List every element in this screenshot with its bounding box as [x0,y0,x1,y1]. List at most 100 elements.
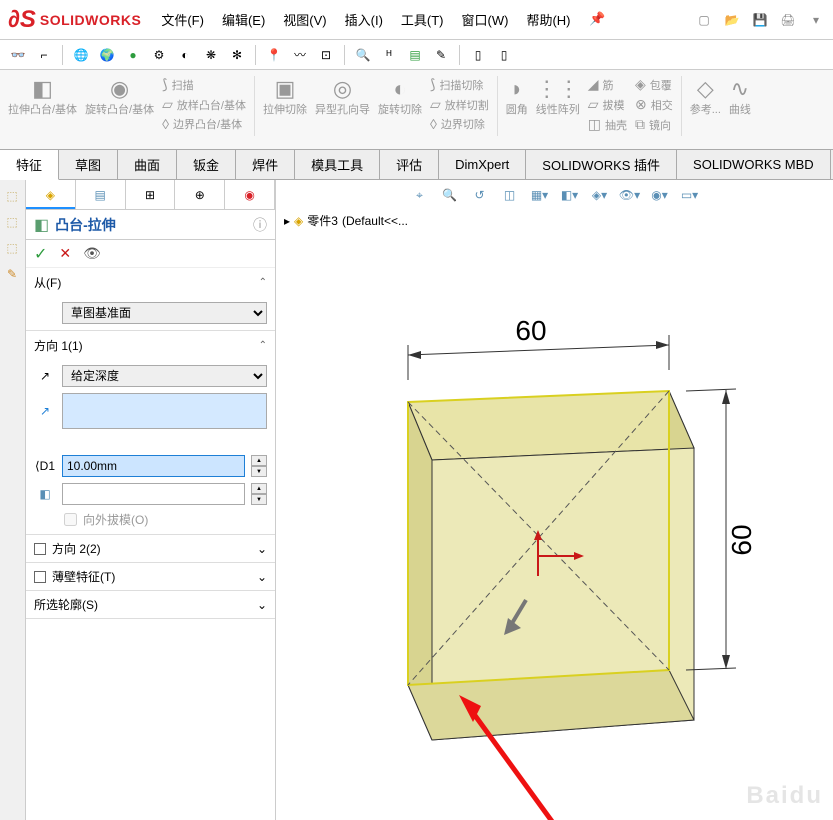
end-condition-select[interactable]: 给定深度 [62,365,267,387]
menu-view[interactable]: 视图(V) [283,10,326,29]
print-icon[interactable]: 🖨 [779,11,797,29]
menu-insert[interactable]: 插入(I) [345,10,383,29]
cmd-mirror[interactable]: ⧉镜向 [635,116,673,133]
ball-icon[interactable]: ◐ [175,45,195,65]
cog-icon[interactable]: ✻ [227,45,247,65]
glasses-icon[interactable]: 👓 [8,45,28,65]
section-contours[interactable]: 所选轮廓(S) ⌄ [26,591,275,619]
cmd-sweep[interactable]: ⟆扫描 [162,76,246,93]
cmd-fillet[interactable]: ◗圆角 [506,76,528,143]
panel-tab-2[interactable]: ▤ [76,180,126,209]
tool-icon[interactable]: ✎ [431,45,451,65]
page-icon[interactable]: ▤ [405,45,425,65]
search-icon[interactable]: 🔍 [353,45,373,65]
viewport-3d[interactable]: ⌖ 🔍 ↺ ◫ ▦▾ ◧▾ ◈▾ 👁▾ ◉▾ ▭▾ ▸ ◈ 零件3 (Defau… [276,180,833,820]
section-from-header[interactable]: 从(F)⌃ [26,268,275,296]
cmd-cut-sweep[interactable]: ⟆扫描切除 [430,76,489,93]
pin2-icon[interactable]: 📍 [264,45,284,65]
pg1-icon[interactable]: ▯ [468,45,488,65]
cmd-wrap[interactable]: ◈包覆 [635,76,673,93]
appearance-icon[interactable]: ◉▾ [649,184,671,206]
section-thin[interactable]: 薄壁特征(T) ⌄ [26,563,275,591]
cmd-shell[interactable]: ◫抽壳 [588,116,627,133]
globe-icon[interactable]: ● [123,45,143,65]
cmd-refgeom[interactable]: ◇参考... [690,76,721,143]
tab-moldtools[interactable]: 模具工具 [295,150,380,179]
bracket-icon[interactable]: ⌐ [34,45,54,65]
pin-icon[interactable]: 📌 [589,10,607,28]
direction-ref-input[interactable] [62,393,267,429]
tab-sheetmetal[interactable]: 钣金 [177,150,236,179]
cmd-draft[interactable]: ▱拔模 [588,96,627,113]
cmd-revolve[interactable]: ◉旋转凸台/基体 [85,76,154,143]
world-icon[interactable]: 🌐 [71,45,91,65]
tab-evaluate[interactable]: 评估 [380,150,439,179]
rail-icon-3[interactable]: ⬚ [2,238,22,258]
draft-up-button[interactable]: ▲ [251,483,267,494]
expand-icon[interactable]: ▸ [284,214,290,228]
zoom-fit-icon[interactable]: ⌖ [409,184,431,206]
draft-input[interactable] [62,483,245,505]
font-icon[interactable]: ᴴ [379,45,399,65]
menu-window[interactable]: 窗口(W) [462,10,509,29]
pg2-icon[interactable]: ▯ [494,45,514,65]
panel-tab-5[interactable]: ◉ [225,180,275,209]
rail-icon-1[interactable]: ⬚ [2,186,22,206]
panel-tab-4[interactable]: ⊕ [175,180,225,209]
menu-help[interactable]: 帮助(H) [526,10,570,29]
scene-icon[interactable]: 👁▾ [619,184,641,206]
gear2-icon[interactable]: ❋ [201,45,221,65]
cmd-loft[interactable]: ▱放样凸台/基体 [162,96,246,113]
cmd-extrude[interactable]: ◧拉伸凸台/基体 [8,76,77,143]
new-icon[interactable]: ▢ [695,11,713,29]
cancel-button[interactable]: ✕ [59,245,71,262]
tab-surface[interactable]: 曲面 [118,150,177,179]
depth-down-button[interactable]: ▼ [251,466,267,477]
reverse-dir-icon[interactable]: ↗ [34,369,56,383]
rail-icon-2[interactable]: ⬚ [2,212,22,232]
cmd-intersect[interactable]: ⊗相交 [635,96,673,113]
from-select[interactable]: 草图基准面 [62,302,267,324]
open-icon[interactable]: 📂 [723,11,741,29]
view-orient-icon[interactable]: ▦▾ [529,184,551,206]
cmd-rib[interactable]: ◢筋 [588,76,627,93]
draft-icon[interactable]: ◧ [34,487,56,501]
rail-icon-4[interactable]: ✎ [2,264,22,284]
prev-view-icon[interactable]: ↺ [469,184,491,206]
tab-addins[interactable]: SOLIDWORKS 插件 [526,150,677,179]
fence-icon[interactable]: ⊡ [316,45,336,65]
cmd-hole-wizard[interactable]: ◎异型孔向导 [315,76,370,143]
direction-icon[interactable]: ↗ [34,404,56,418]
cmd-curves[interactable]: ∿曲线 [729,76,751,143]
display-style-icon[interactable]: ◧▾ [559,184,581,206]
cmd-cut-boundary[interactable]: ◊边界切除 [430,116,489,132]
tab-weldment[interactable]: 焊件 [236,150,295,179]
viewport-opts-icon[interactable]: ▭▾ [679,184,701,206]
world2-icon[interactable]: 🌍 [97,45,117,65]
zoom-area-icon[interactable]: 🔍 [439,184,461,206]
section-icon[interactable]: ◫ [499,184,521,206]
section-dir2[interactable]: 方向 2(2) ⌄ [26,535,275,563]
tab-mbd[interactable]: SOLIDWORKS MBD [677,150,831,179]
wave-icon[interactable]: 〰 [290,45,310,65]
outward-draft-checkbox[interactable] [64,513,77,526]
gear-icon[interactable]: ⚙ [149,45,169,65]
draft-down-button[interactable]: ▼ [251,494,267,505]
ok-button[interactable]: ✓ [34,244,47,264]
cmd-pattern[interactable]: ⋮⋮线性阵列 [536,76,580,143]
menu-edit[interactable]: 编辑(E) [222,10,265,29]
cmd-cut-revolve[interactable]: ◐旋转切除 [378,76,422,143]
part-name[interactable]: 零件3 [307,212,338,229]
menu-file[interactable]: 文件(F) [161,10,204,29]
cmd-cut-loft[interactable]: ▱放样切割 [430,96,489,113]
depth-input[interactable] [62,455,245,477]
cmd-cut-extrude[interactable]: ▣拉伸切除 [263,76,307,143]
preview-button[interactable]: 👁 [83,245,101,262]
more-icon[interactable]: ▾ [807,11,825,29]
depth-up-button[interactable]: ▲ [251,455,267,466]
save-icon[interactable]: 💾 [751,11,769,29]
menu-tools[interactable]: 工具(T) [401,10,444,29]
hide-show-icon[interactable]: ◈▾ [589,184,611,206]
help-icon[interactable]: ⓘ [253,215,267,235]
tab-dimxpert[interactable]: DimXpert [439,150,526,179]
